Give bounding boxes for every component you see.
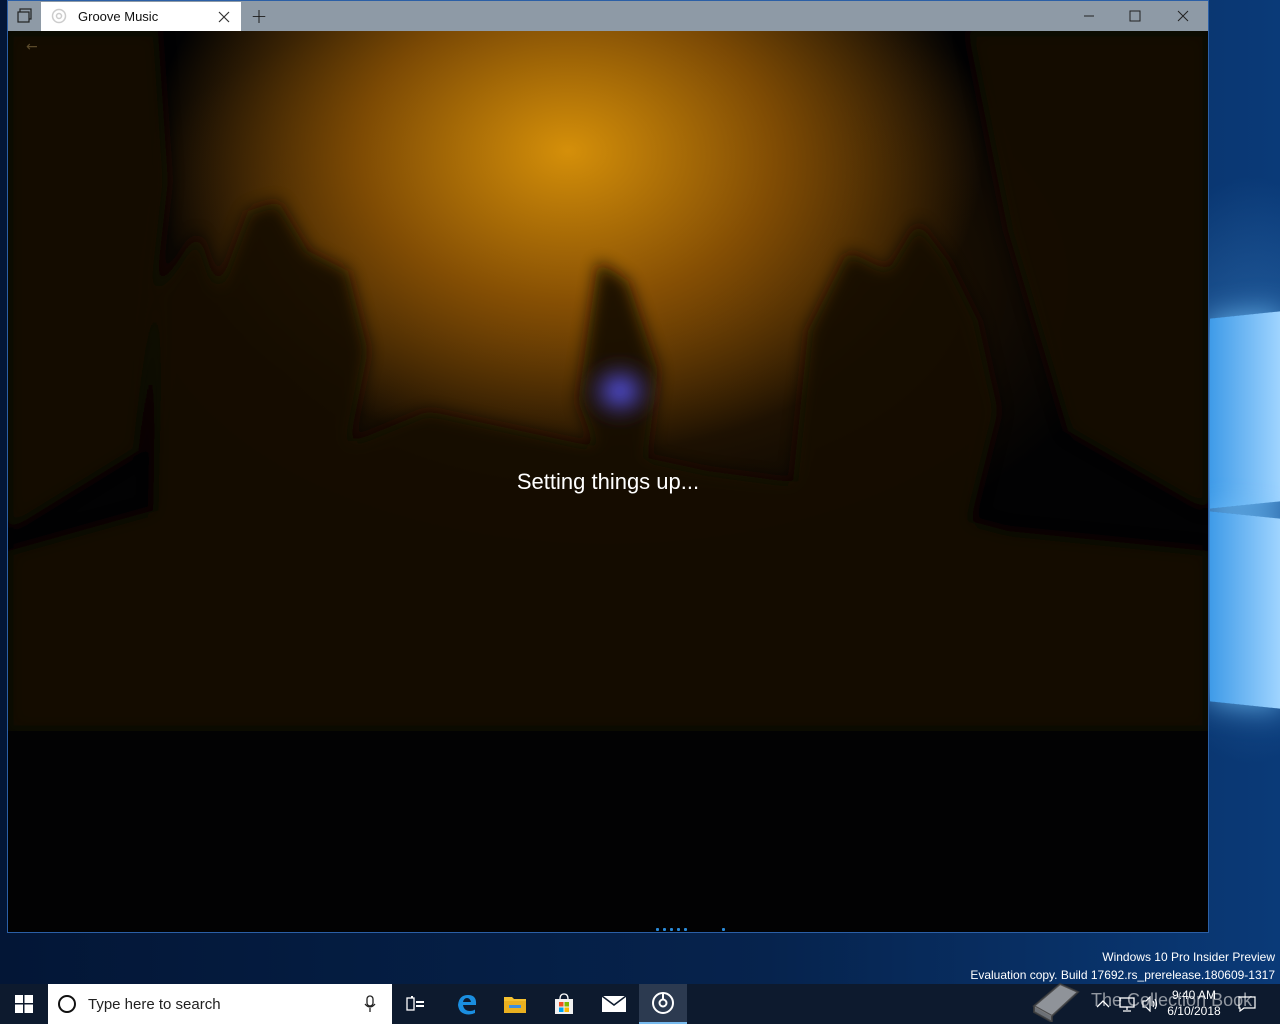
- search-input[interactable]: Type here to search: [88, 996, 221, 1013]
- book-icon: [1032, 982, 1080, 1024]
- task-view-icon[interactable]: [8, 1, 41, 31]
- maximize-icon[interactable]: [1112, 1, 1158, 31]
- close-icon[interactable]: [217, 9, 231, 28]
- file-explorer-icon[interactable]: [491, 984, 539, 1024]
- windows-logo-wallpaper: [1206, 285, 1280, 715]
- back-arrow-icon[interactable]: ←: [26, 39, 38, 55]
- groove-taskbar-icon[interactable]: [639, 984, 687, 1024]
- setup-status-text: Setting things up...: [516, 469, 700, 494]
- store-icon[interactable]: [540, 984, 588, 1024]
- microphone-icon[interactable]: [364, 995, 376, 1017]
- background-image: [8, 31, 1208, 731]
- tab-groove-music[interactable]: Groove Music: [41, 2, 241, 31]
- title-bar: Groove Music +: [8, 1, 1208, 31]
- collection-book-overlay: The Collection Book: [1030, 978, 1253, 1024]
- collection-book-text: The Collection Book: [1091, 989, 1253, 1010]
- edge-icon[interactable]: [443, 984, 491, 1024]
- search-box[interactable]: Type here to search: [48, 984, 392, 1024]
- tab-title: Groove Music: [78, 9, 159, 24]
- cortana-icon: [57, 994, 77, 1018]
- groove-music-window: Groove Music + ← Setting things up...: [8, 1, 1208, 932]
- groove-music-icon: [51, 8, 67, 28]
- window-close-icon[interactable]: [1160, 1, 1206, 31]
- mail-icon[interactable]: [590, 984, 638, 1024]
- watermark-edition: Windows 10 Pro Insider Preview: [1102, 950, 1275, 964]
- task-view-taskbar-icon[interactable]: [392, 984, 440, 1024]
- minimize-icon[interactable]: [1066, 1, 1112, 31]
- app-content: ← Setting things up...: [8, 31, 1208, 932]
- new-tab-icon[interactable]: +: [246, 1, 272, 31]
- windows-start-icon[interactable]: [0, 984, 48, 1024]
